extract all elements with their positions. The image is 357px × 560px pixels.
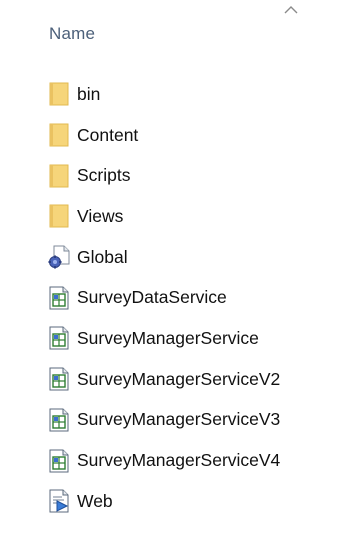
file-list: bin Content Scripts Views Global SurveyD… bbox=[47, 74, 357, 522]
list-item-surveydataservice[interactable]: SurveyDataService bbox=[47, 277, 357, 318]
service-file-icon bbox=[47, 286, 71, 310]
list-item-surveymanagerservicev3[interactable]: SurveyManagerServiceV3 bbox=[47, 400, 357, 441]
list-item-scripts[interactable]: Scripts bbox=[47, 155, 357, 196]
file-name: SurveyManagerService bbox=[77, 327, 259, 348]
file-name: SurveyDataService bbox=[77, 287, 227, 308]
file-name: Global bbox=[77, 246, 128, 267]
file-name: SurveyManagerServiceV4 bbox=[77, 450, 281, 471]
file-name: bin bbox=[77, 83, 101, 104]
folder-icon bbox=[47, 164, 71, 188]
service-file-icon bbox=[47, 408, 71, 432]
folder-icon bbox=[47, 82, 71, 106]
file-name: SurveyManagerServiceV3 bbox=[77, 409, 281, 430]
sort-ascending-icon[interactable] bbox=[283, 4, 299, 16]
asax-file-icon bbox=[47, 245, 71, 269]
config-file-icon bbox=[47, 489, 71, 513]
service-file-icon bbox=[47, 326, 71, 350]
list-item-surveymanagerservicev2[interactable]: SurveyManagerServiceV2 bbox=[47, 359, 357, 400]
service-file-icon bbox=[47, 449, 71, 473]
file-explorer-pane: Name bin Content Scripts Views Global Su… bbox=[0, 0, 357, 560]
file-name: Scripts bbox=[77, 165, 131, 186]
list-item-global[interactable]: Global bbox=[47, 237, 357, 278]
list-item-surveymanagerservice[interactable]: SurveyManagerService bbox=[47, 318, 357, 359]
file-name: Web bbox=[77, 490, 113, 511]
folder-icon bbox=[47, 123, 71, 147]
list-item-bin[interactable]: bin bbox=[47, 74, 357, 115]
list-item-content[interactable]: Content bbox=[47, 115, 357, 156]
service-file-icon bbox=[47, 367, 71, 391]
list-item-views[interactable]: Views bbox=[47, 196, 357, 237]
list-item-surveymanagerservicev4[interactable]: SurveyManagerServiceV4 bbox=[47, 440, 357, 481]
column-header-name[interactable]: Name bbox=[49, 24, 95, 44]
file-name: SurveyManagerServiceV2 bbox=[77, 368, 281, 389]
list-item-web[interactable]: Web bbox=[47, 481, 357, 522]
folder-icon bbox=[47, 204, 71, 228]
file-name: Views bbox=[77, 205, 124, 226]
file-name: Content bbox=[77, 124, 139, 145]
